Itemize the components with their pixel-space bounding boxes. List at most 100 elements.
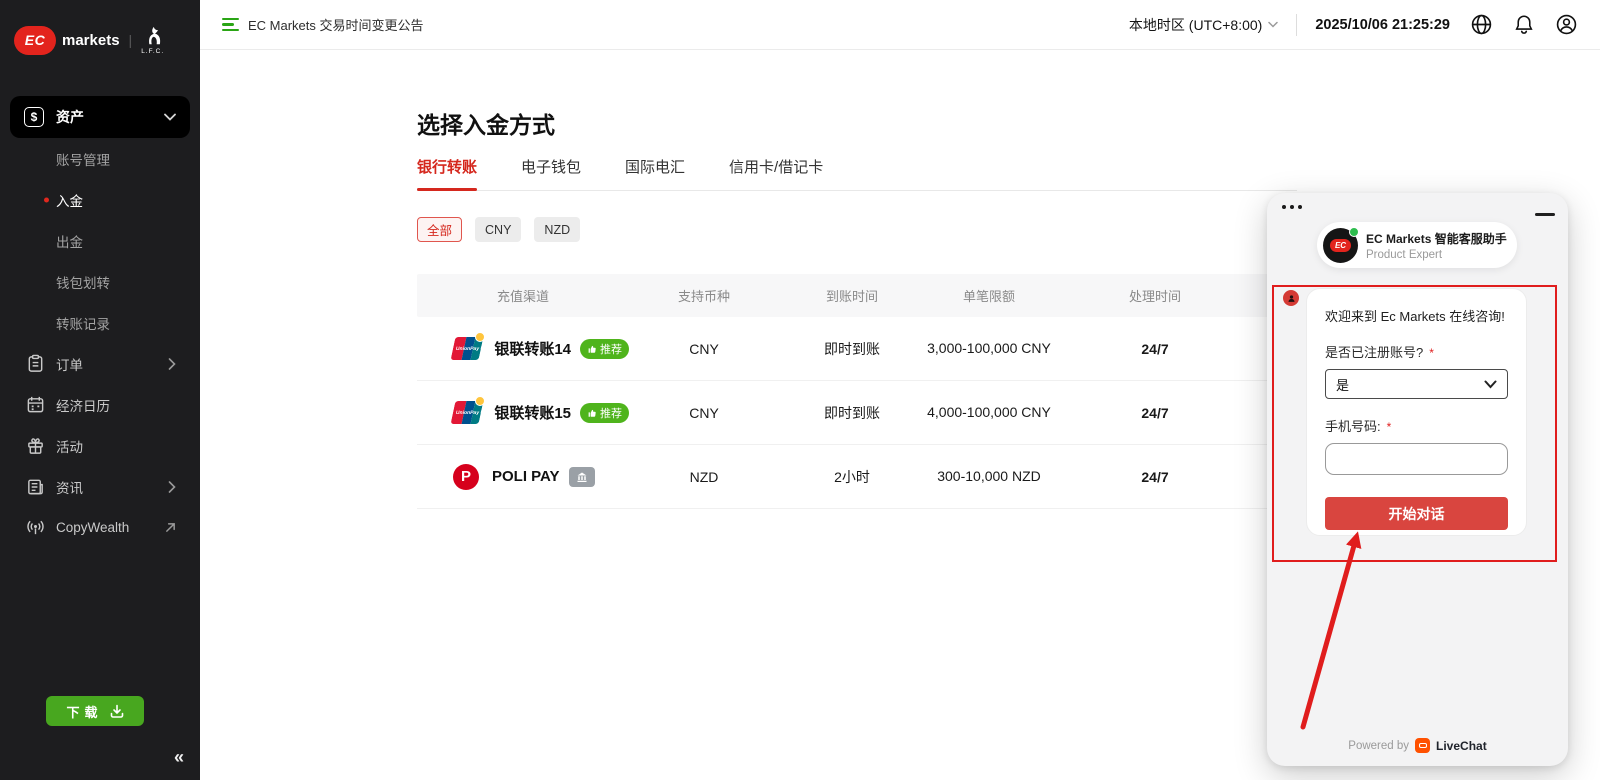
sidebar-item-label: 资讯 <box>56 477 83 497</box>
timezone-label: 本地时区 (UTC+8:00) <box>1129 15 1262 35</box>
notifications-bell-icon[interactable] <box>1513 13 1535 36</box>
tab-credit-debit-card[interactable]: 信用卡/借记卡 <box>729 156 823 190</box>
user-account-icon[interactable] <box>1555 13 1578 36</box>
top-header: EC Markets 交易时间变更公告 本地时区 (UTC+8:00) 2025… <box>200 0 1600 50</box>
language-globe-icon[interactable] <box>1470 13 1493 36</box>
registered-select[interactable]: 是 <box>1325 369 1508 399</box>
livechat-widget: EC EC Markets 智能客服助手 Product Expert 欢迎来到… <box>1267 193 1568 766</box>
timezone-selector[interactable]: 本地时区 (UTC+8:00) <box>1129 15 1278 35</box>
table-row[interactable]: UnionPay 银联 银联转账15 推荐 CNY 即时到账 4,000-100… <box>417 381 1297 445</box>
channel-name: POLI PAY <box>492 468 560 485</box>
chevron-right-icon <box>168 481 176 493</box>
tab-international-wire[interactable]: 国际电汇 <box>625 156 685 190</box>
broadcast-icon <box>26 518 45 537</box>
page-title: 选择入金方式 <box>417 106 1600 140</box>
sidebar-item-wallet-transfer[interactable]: 钱包划转 <box>0 261 200 302</box>
header-divider <box>1296 14 1297 36</box>
filter-chip-all[interactable]: 全部 <box>417 217 462 242</box>
sidebar-item-orders[interactable]: 订单 <box>0 343 200 384</box>
sidebar-item-deposit[interactable]: 入金 <box>0 179 200 220</box>
unionpay-logo-icon: UnionPay 银联 <box>453 337 481 360</box>
collapse-sidebar-icon[interactable]: « <box>174 747 184 768</box>
thumbs-up-icon <box>587 408 597 418</box>
announcement-icon <box>222 18 239 32</box>
announcement-link[interactable]: EC Markets 交易时间变更公告 <box>222 15 424 34</box>
column-header: 充值渠道 <box>417 286 629 305</box>
sidebar-item-label: 活动 <box>56 436 83 456</box>
sidebar-item-label: CopyWealth <box>56 520 129 535</box>
column-header: 单笔限额 <box>925 286 1053 305</box>
chevron-down-icon <box>164 113 176 121</box>
sidebar-item-withdrawal[interactable]: 出金 <box>0 220 200 261</box>
required-asterisk: * <box>1387 420 1392 434</box>
table-row[interactable]: P POLI PAY NZD 2小时 300-10,000 NZD 24/7 <box>417 445 1297 509</box>
download-icon <box>110 704 124 718</box>
lfc-liver-bird-icon <box>142 25 164 47</box>
cell-arrival: 2小时 <box>779 467 925 487</box>
filter-chip-cny[interactable]: CNY <box>475 217 521 242</box>
deposit-method-tabs: 银行转账 电子钱包 国际电汇 信用卡/借记卡 <box>417 156 1297 191</box>
deposit-channels-table: 充值渠道 支持币种 到账时间 单笔限额 处理时间 UnionPay 银联 银联转… <box>417 274 1297 509</box>
welcome-message: 欢迎来到 Ec Markets 在线咨询! <box>1325 306 1508 325</box>
brand-row: EC markets | L.F.C. <box>0 0 200 64</box>
sidebar-item-account-management[interactable]: 账号管理 <box>0 138 200 179</box>
brand-divider: | <box>129 32 133 48</box>
online-status-dot <box>1349 227 1359 237</box>
chat-user-avatar-icon <box>1283 290 1299 306</box>
gift-icon <box>26 436 45 455</box>
livechat-logo-icon <box>1415 738 1430 753</box>
poli-pay-logo-icon: P <box>453 464 479 490</box>
datetime-label: 2025/10/06 21:25:29 <box>1315 17 1450 33</box>
cell-limit: 4,000-100,000 CNY <box>927 402 1051 424</box>
lfc-caption: L.F.C. <box>141 48 164 55</box>
column-header: 到账时间 <box>779 286 925 305</box>
unionpay-corner-badge <box>475 396 485 406</box>
column-header: 处理时间 <box>1053 286 1257 305</box>
calendar-icon <box>26 395 45 414</box>
sidebar-nav: $ 资产 账号管理 入金 出金 钱包划转 转账记录 订单 <box>0 96 200 548</box>
chevron-down-icon <box>1484 380 1497 389</box>
header-right-cluster: 本地时区 (UTC+8:00) 2025/10/06 21:25:29 <box>1129 13 1578 36</box>
ec-markets-logo: EC <box>14 26 56 55</box>
registered-question-label: 是否已注册账号?* <box>1325 342 1508 361</box>
sidebar-item-copywealth[interactable]: CopyWealth <box>0 507 200 548</box>
sidebar-item-assets[interactable]: $ 资产 <box>10 96 190 138</box>
cell-limit: 3,000-100,000 CNY <box>927 338 1051 360</box>
tab-bank-transfer[interactable]: 银行转账 <box>417 156 477 190</box>
clipboard-icon <box>26 354 45 373</box>
chat-minimize-icon[interactable] <box>1535 213 1555 216</box>
livechat-brand-link[interactable]: LiveChat <box>1436 739 1487 753</box>
sidebar-item-activities[interactable]: 活动 <box>0 425 200 466</box>
cell-arrival: 即时到账 <box>779 339 925 359</box>
column-header: 支持币种 <box>629 286 779 305</box>
badge-label: 推荐 <box>600 405 622 421</box>
table-row[interactable]: UnionPay 银联 银联转账14 推荐 CNY 即时到账 3,000-100… <box>417 317 1297 381</box>
unionpay-corner-badge <box>475 332 485 342</box>
start-chat-button[interactable]: 开始对话 <box>1325 497 1508 530</box>
cell-currency: CNY <box>629 405 779 421</box>
phone-input[interactable] <box>1325 443 1508 475</box>
bank-icon <box>576 471 588 483</box>
lfc-logo: L.F.C. <box>141 25 164 55</box>
sidebar-item-label: 订单 <box>56 354 83 374</box>
sidebar: EC markets | L.F.C. $ 资产 账号管理 入金 出金 钱包划转… <box>0 0 200 780</box>
dollar-icon: $ <box>24 107 44 127</box>
recommended-badge: 推荐 <box>580 403 629 423</box>
cell-arrival: 即时到账 <box>779 403 925 423</box>
sidebar-item-news[interactable]: 资讯 <box>0 466 200 507</box>
download-button[interactable]: 下载 <box>46 696 144 726</box>
chat-footer: Powered by LiveChat <box>1267 738 1568 753</box>
sidebar-item-label: 经济日历 <box>56 395 110 415</box>
bank-badge <box>569 467 595 487</box>
filter-chip-nzd[interactable]: NZD <box>534 217 580 242</box>
sidebar-item-transfer-records[interactable]: 转账记录 <box>0 302 200 343</box>
badge-label: 推荐 <box>600 341 622 357</box>
ec-avatar-logo: EC <box>1330 239 1351 252</box>
sidebar-item-label: 资产 <box>56 107 84 127</box>
channel-name: 银联转账14 <box>494 338 571 359</box>
tab-e-wallet[interactable]: 电子钱包 <box>521 156 581 190</box>
cell-hours: 24/7 <box>1053 341 1257 357</box>
external-link-icon <box>165 522 176 533</box>
chat-menu-dots-icon[interactable] <box>1282 205 1302 209</box>
sidebar-item-economic-calendar[interactable]: 经济日历 <box>0 384 200 425</box>
